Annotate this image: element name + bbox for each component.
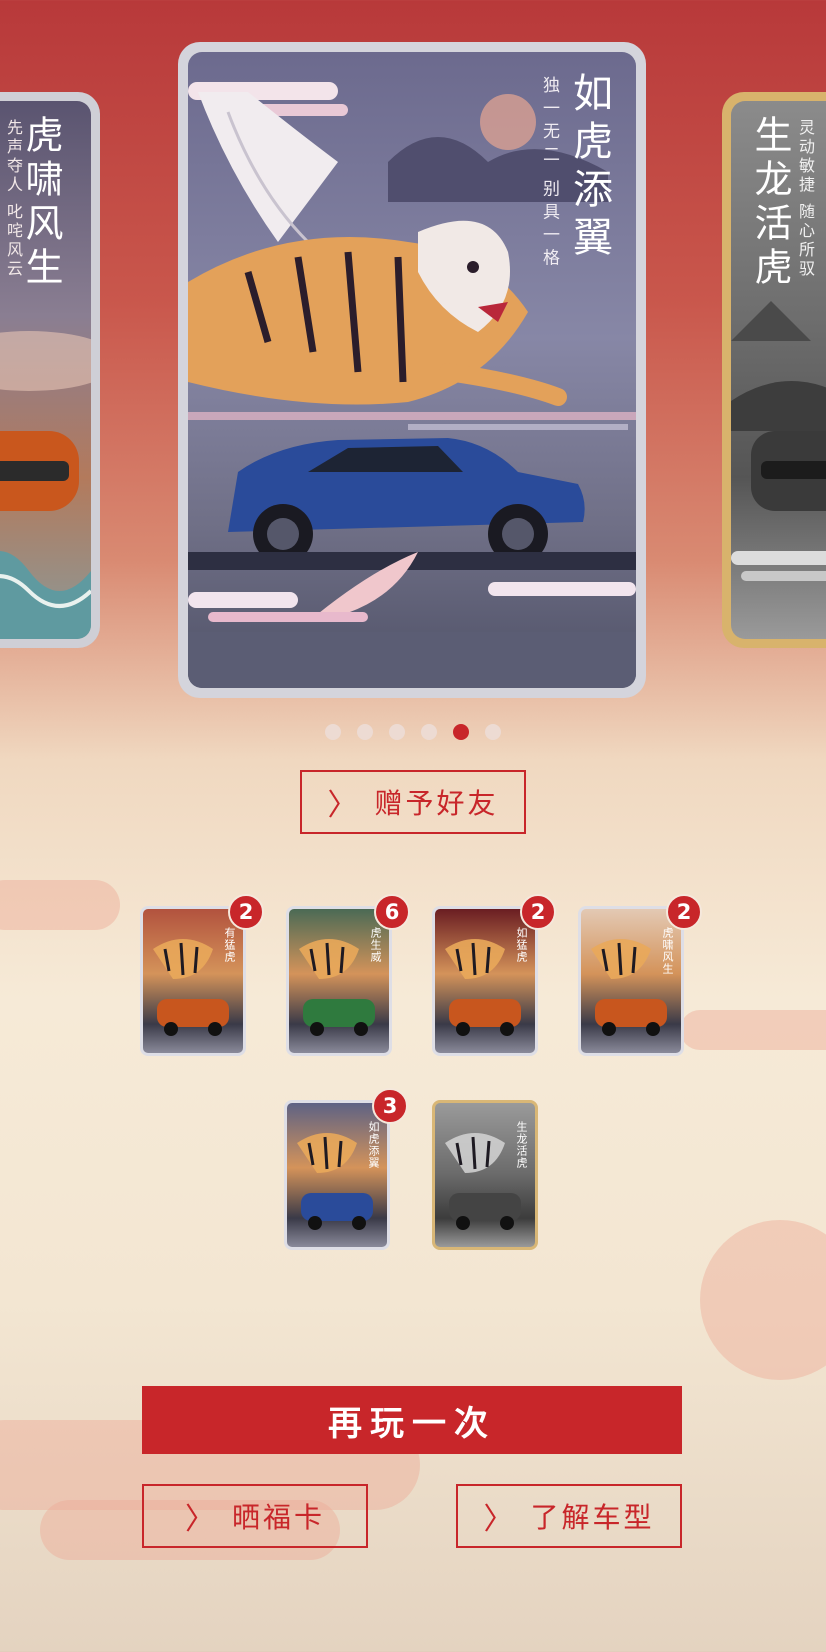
- collection-card[interactable]: 虎啸风生: [578, 906, 684, 1056]
- card-count-badge: 2: [520, 894, 556, 930]
- play-again-button[interactable]: 再玩一次: [142, 1386, 682, 1454]
- pagination-dot[interactable]: [357, 724, 373, 740]
- pagination-dot[interactable]: [453, 724, 469, 740]
- card-count-badge: 6: [374, 894, 410, 930]
- card-right-artwork: 生龙活虎 灵动敏捷 随心所驭: [731, 101, 826, 639]
- card-main[interactable]: 如虎添翼 独一无二 别具一格: [178, 42, 646, 698]
- card-main-subtitle: 独一无二 别具一格: [539, 76, 559, 272]
- card-left[interactable]: 虎啸风生 先声夺人 叱咤风云: [0, 92, 100, 648]
- collection-card-title: 如虎添翼: [367, 1121, 380, 1169]
- card-count-badge: 2: [666, 894, 702, 930]
- collection-card-title: 虎啸风生: [661, 927, 674, 975]
- collection-card-title: 生龙活虎: [515, 1121, 528, 1169]
- play-again-label: 再玩一次: [328, 1403, 496, 1444]
- card-main-artwork: 如虎添翼 独一无二 别具一格: [188, 52, 636, 688]
- collection-card[interactable]: 如猛虎: [432, 906, 538, 1056]
- card-count-badge: 2: [228, 894, 264, 930]
- card-left-subtitle: 先声夺人 叱咤风云: [4, 119, 23, 280]
- pagination-dot[interactable]: [421, 724, 437, 740]
- card-count-badge: 3: [372, 1088, 408, 1124]
- gift-button-label: 赠予好友: [374, 787, 499, 820]
- collection-card[interactable]: 生龙活虎: [432, 1100, 538, 1250]
- collection-card[interactable]: 如虎添翼: [284, 1100, 390, 1250]
- chevron-right-icon: 〉: [184, 1502, 218, 1537]
- card-carousel[interactable]: 虎啸风生 先声夺人 叱咤风云 如虎添翼 独一无二 别具一格 生龙活虎 灵动敏捷 …: [0, 0, 826, 700]
- collection-card[interactable]: 有猛虎: [140, 906, 246, 1056]
- card-left-artwork: 虎啸风生 先声夺人 叱咤风云: [0, 101, 91, 639]
- card-main-title: 如虎添翼: [566, 72, 612, 264]
- card-right-subtitle: 灵动敏捷 随心所驭: [796, 119, 815, 280]
- share-button-label: 晒福卡: [231, 1501, 325, 1534]
- collection-card-title: 有猛虎: [223, 927, 236, 963]
- bg-cloud: [0, 880, 120, 930]
- pagination-dot[interactable]: [485, 724, 501, 740]
- collection-card-title: 如猛虎: [515, 927, 528, 963]
- bg-cloud: [700, 1220, 826, 1380]
- pagination-dot[interactable]: [325, 724, 341, 740]
- card-right-title: 生龙活虎: [748, 115, 792, 291]
- collection-card-title: 虎生威: [369, 927, 382, 963]
- carousel-pagination: [0, 724, 826, 740]
- learn-model-button[interactable]: 〉 了解车型: [456, 1484, 682, 1548]
- collection-card[interactable]: 虎生威: [286, 906, 392, 1056]
- learn-button-label: 了解车型: [530, 1501, 655, 1534]
- chevron-right-icon: 〉: [327, 788, 361, 823]
- card-right[interactable]: 生龙活虎 灵动敏捷 随心所驭: [722, 92, 826, 648]
- bg-cloud: [680, 1010, 826, 1050]
- gift-to-friend-button[interactable]: 〉 赠予好友: [300, 770, 526, 834]
- pagination-dot[interactable]: [389, 724, 405, 740]
- chevron-right-icon: 〉: [483, 1502, 517, 1537]
- share-card-button[interactable]: 〉 晒福卡: [142, 1484, 368, 1548]
